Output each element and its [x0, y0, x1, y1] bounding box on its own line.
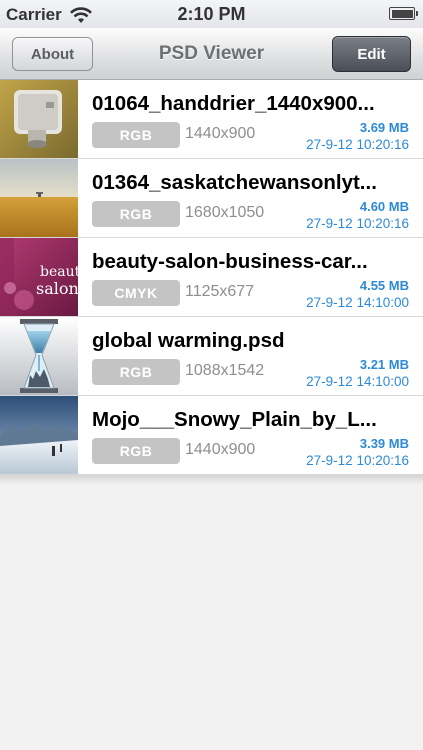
salon-thumb-text-2: salon — [36, 279, 78, 298]
color-mode-badge: RGB — [92, 122, 180, 148]
list-end-shadow — [0, 475, 423, 485]
image-dimensions: 1125x677 — [185, 283, 255, 300]
beauty-salon-thumbnail: beaut salon — [0, 238, 78, 316]
file-name: 01364_saskatchewansonlyt... — [92, 171, 377, 194]
hand-dryer-thumbnail — [0, 80, 78, 158]
image-dimensions: 1440x900 — [185, 441, 256, 458]
color-mode-badge: RGB — [92, 359, 180, 385]
image-dimensions: 1088x1542 — [185, 362, 265, 379]
battery-icon — [389, 7, 418, 20]
file-size: 3.69 MB — [359, 120, 409, 135]
file-row[interactable]: Mojo___Snowy_Plain_by_L... RGB 1440x900 … — [0, 396, 423, 475]
salon-thumb-text: beaut — [40, 264, 78, 280]
file-date: 27-9-12 14:10:00 — [306, 295, 409, 310]
file-size: 4.60 MB — [359, 199, 409, 214]
file-row[interactable]: beaut salon beauty-salon-business-car...… — [0, 238, 423, 317]
prairie-thumbnail — [0, 159, 78, 237]
image-dimensions: 1440x900 — [185, 125, 256, 142]
image-dimensions: 1680x1050 — [185, 204, 265, 221]
edit-button[interactable]: Edit — [332, 36, 411, 72]
color-mode-badge: RGB — [92, 201, 180, 227]
file-size: 3.21 MB — [359, 357, 409, 372]
color-mode-badge: RGB — [92, 438, 180, 464]
color-mode-badge: CMYK — [92, 280, 180, 306]
file-row[interactable]: 01364_saskatchewansonlyt... RGB 1680x105… — [0, 159, 423, 238]
file-name: Mojo___Snowy_Plain_by_L... — [92, 408, 377, 431]
clock: 2:10 PM — [177, 4, 246, 24]
file-name: global warming.psd — [92, 329, 285, 352]
navigation-bar: About PSD Viewer Edit — [0, 28, 423, 80]
file-row[interactable]: global warming.psd RGB 1088x1542 3.21 MB… — [0, 317, 423, 396]
file-size: 3.39 MB — [359, 436, 409, 451]
status-bar: Carrier 2:10 PM — [0, 0, 423, 28]
snowy-plain-thumbnail — [0, 396, 78, 474]
file-date: 27-9-12 10:20:16 — [306, 216, 409, 231]
file-name: 01064_handdrier_1440x900... — [92, 92, 375, 115]
file-list: 01064_handdrier_1440x900... RGB 1440x900… — [0, 80, 423, 485]
file-date: 27-9-12 14:10:00 — [306, 374, 409, 389]
hourglass-thumbnail — [0, 317, 78, 395]
file-date: 27-9-12 10:20:16 — [306, 453, 409, 468]
file-size: 4.55 MB — [359, 278, 409, 293]
file-date: 27-9-12 10:20:16 — [306, 137, 409, 152]
file-row[interactable]: 01064_handdrier_1440x900... RGB 1440x900… — [0, 80, 423, 159]
file-name: beauty-salon-business-car... — [92, 250, 368, 273]
